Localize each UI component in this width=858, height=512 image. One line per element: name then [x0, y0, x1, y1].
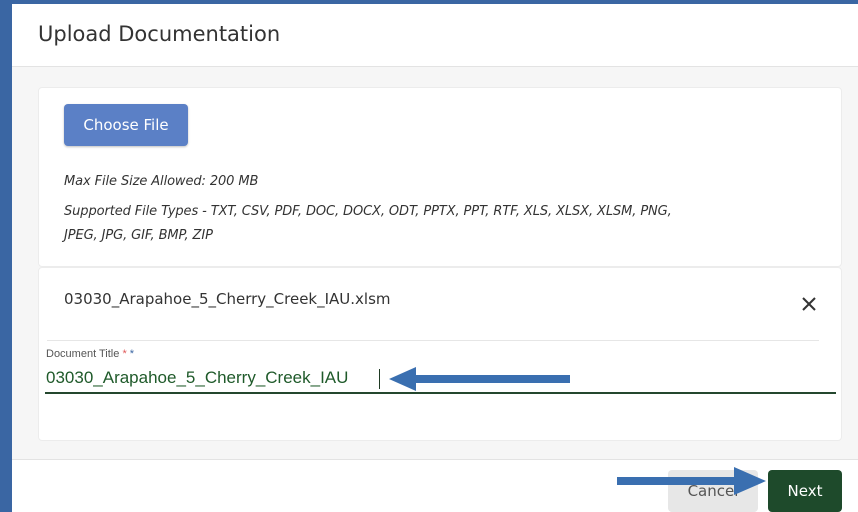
upload-dialog: Upload Documentation Choose File Max Fil…	[12, 4, 858, 512]
selected-file-card: 03030_Arapahoe_5_Cherry_Creek_IAU.xlsm D…	[38, 267, 842, 441]
supported-types-text-line1: Supported File Types - TXT, CSV, PDF, DO…	[64, 204, 672, 219]
document-title-label-text: Document Title	[46, 348, 120, 360]
dialog-footer: Cancel Next	[12, 459, 858, 512]
upload-card: Choose File Max File Size Allowed: 200 M…	[38, 87, 842, 267]
document-title-input[interactable]	[45, 364, 836, 394]
text-cursor	[379, 369, 380, 389]
supported-types-text-line2: JPEG, JPG, GIF, BMP, ZIP	[64, 228, 213, 243]
cancel-button[interactable]: Cancel	[668, 470, 758, 512]
selected-file-name: 03030_Arapahoe_5_Cherry_Creek_IAU.xlsm	[64, 290, 391, 308]
close-icon[interactable]	[797, 292, 821, 316]
choose-file-button[interactable]: Choose File	[64, 104, 188, 146]
dialog-header: Upload Documentation	[12, 4, 858, 67]
next-button[interactable]: Next	[768, 470, 842, 512]
required-mark: *	[122, 348, 127, 360]
required-mark: *	[129, 348, 135, 360]
dialog-body: Choose File Max File Size Allowed: 200 M…	[12, 67, 858, 459]
document-title-label: Document Title * *	[46, 348, 134, 360]
dialog-title: Upload Documentation	[38, 22, 281, 46]
divider	[47, 340, 819, 341]
max-file-size-text: Max File Size Allowed: 200 MB	[64, 174, 259, 189]
